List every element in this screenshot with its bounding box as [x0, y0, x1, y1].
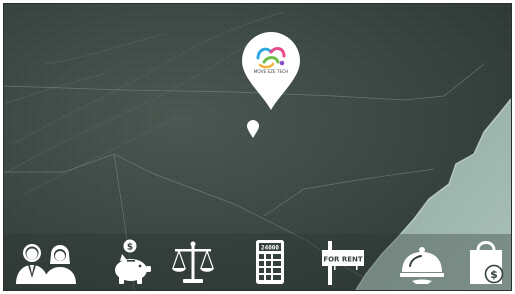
- scales-icon[interactable]: [171, 238, 215, 286]
- logo-map-pin[interactable]: MOVE EZE TECH: [240, 32, 302, 112]
- map-frame: MOVE EZE TECH $ 24000 FOR RENT $: [3, 3, 512, 291]
- calculator-icon[interactable]: 24000: [255, 238, 285, 286]
- cloche-icon[interactable]: [398, 238, 446, 286]
- svg-text:$: $: [127, 243, 133, 253]
- calculator-display: 24000: [261, 245, 279, 252]
- for-rent-sign-text: FOR RENT: [323, 256, 363, 264]
- svg-text:$: $: [490, 268, 498, 281]
- pin-logo-text: MOVE EZE TECH: [254, 69, 288, 74]
- icon-toolbar: $ 24000 FOR RENT $: [4, 234, 511, 290]
- people-icon[interactable]: [14, 238, 80, 286]
- piggy-bank-icon[interactable]: $: [110, 238, 152, 286]
- for-rent-sign-icon[interactable]: FOR RENT: [320, 238, 366, 286]
- small-map-pin[interactable]: [246, 119, 260, 139]
- shopping-bag-icon[interactable]: $: [466, 236, 506, 286]
